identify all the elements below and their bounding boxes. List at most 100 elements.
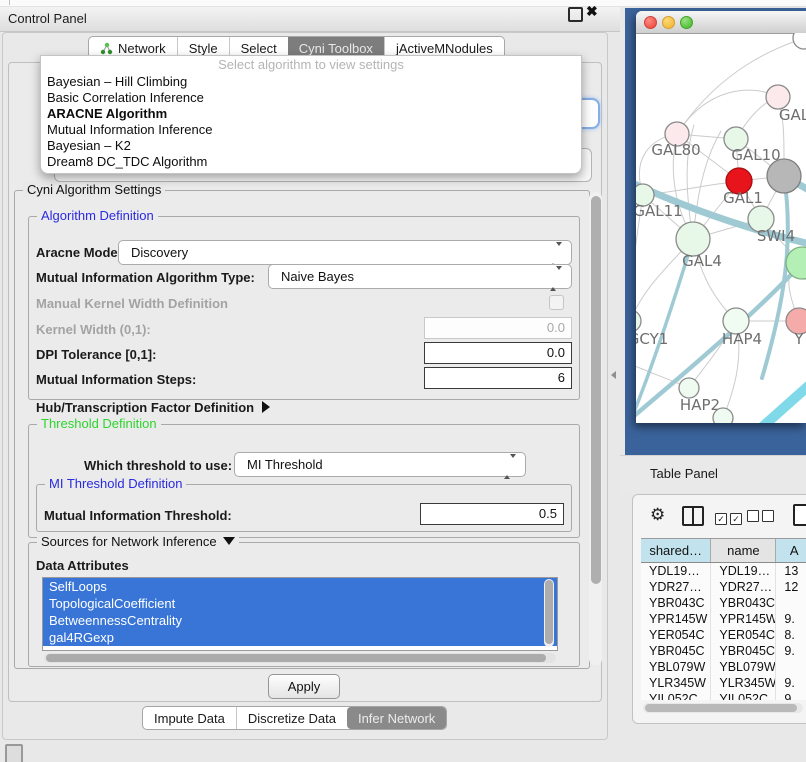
table-cell[interactable]: YBL079W <box>641 659 711 675</box>
dropdown-placeholder: Select algorithm to view settings <box>41 56 581 74</box>
manual-kernel-width-label: Manual Kernel Width Definition <box>36 296 228 311</box>
float-window-icon[interactable] <box>568 7 583 22</box>
table-cell[interactable]: YDR27… <box>641 579 711 595</box>
dropdown-item[interactable]: ARACNE Algorithm <box>41 106 581 122</box>
aracne-mode-combo[interactable]: Discovery <box>118 240 572 265</box>
table-cell[interactable]: YIL052C <box>641 691 711 700</box>
column-header-shared…[interactable]: shared… <box>641 539 711 562</box>
table-cell[interactable]: YLR345W <box>711 675 776 691</box>
table-cell[interactable]: YPR145W <box>641 611 711 627</box>
table-row[interactable]: YBL079WYBL079W <box>641 659 806 675</box>
data-attribute-item[interactable]: TopologicalCoefficient <box>43 595 557 612</box>
settings-scrollbar[interactable] <box>589 192 602 665</box>
table-cell[interactable]: YBR045C <box>711 643 776 659</box>
control-panel-titlebar: Control Panel <box>0 7 620 32</box>
close-panel-icon[interactable]: ✖ <box>586 3 598 20</box>
table-cell[interactable]: 9. <box>776 611 806 627</box>
hub-definition-toggle[interactable]: Hub/Transcription Factor Definition <box>36 400 270 415</box>
window-minimize-icon[interactable] <box>662 16 675 29</box>
table-row[interactable]: YDR27…YDR27…12 <box>641 579 806 595</box>
table-row[interactable]: YLR345WYLR345W9. <box>641 675 806 691</box>
node-label: GAL11 <box>636 202 683 220</box>
dpi-tolerance-label: DPI Tolerance [0,1]: <box>36 347 156 362</box>
which-threshold-combo[interactable]: MI Threshold <box>234 452 526 477</box>
mi-threshold-field[interactable]: 0.5 <box>420 503 564 525</box>
list-vertical-scrollbar[interactable] <box>544 579 554 647</box>
network-canvas[interactable]: GALGAL80GAL10GAL1GAL11SWI4GAL4GCY1HAP4YH… <box>636 33 806 423</box>
tab-discretize-data[interactable]: Discretize Data <box>236 707 347 729</box>
table-row[interactable]: YDL19…YDL19…13 <box>641 563 806 579</box>
table-cell[interactable]: YBR043C <box>711 595 776 611</box>
network-node-hap2[interactable] <box>679 378 699 398</box>
column-header-name[interactable]: name <box>711 539 776 562</box>
dpi-tolerance-field[interactable]: 0.0 <box>424 342 572 364</box>
table-cell[interactable]: 9 <box>776 691 806 700</box>
window-close-icon[interactable] <box>644 16 657 29</box>
node-label: GAL80 <box>651 141 700 159</box>
tab-infer-network[interactable]: Infer Network <box>347 707 446 729</box>
table-cell[interactable]: YBL079W <box>711 659 776 675</box>
bottom-tabbar: Impute Data Discretize Data Infer Networ… <box>142 706 447 730</box>
table-cell[interactable]: 9. <box>776 643 806 659</box>
table-cell[interactable]: 12 <box>776 579 806 595</box>
node-label: HAP2 <box>680 396 720 414</box>
dropdown-item[interactable]: Dream8 DC_TDC Algorithm <box>41 154 581 170</box>
table-cell[interactable] <box>776 659 806 675</box>
data-attribute-item[interactable]: BetweennessCentrality <box>43 612 557 629</box>
manual-kernel-width-checkbox <box>549 295 564 310</box>
table-cell[interactable]: YLR345W <box>641 675 711 691</box>
table-cell[interactable]: YPR145W <box>711 611 776 627</box>
gear-icon[interactable]: ⚙ <box>650 505 665 525</box>
mi-algorithm-type-label: Mutual Information Algorithm Type: <box>36 270 255 285</box>
dropdown-item[interactable]: Mutual Information Inference <box>41 122 581 138</box>
table-cell[interactable]: YIL052C <box>711 691 776 700</box>
network-node-gcy1[interactable] <box>636 310 641 332</box>
list-horizontal-scrollbar[interactable] <box>44 653 556 663</box>
network-node[interactable] <box>793 33 806 49</box>
data-attribute-item[interactable]: SelfLoops <box>43 578 557 595</box>
table-horizontal-scrollbar[interactable] <box>643 703 803 713</box>
data-attributes-list[interactable]: SelfLoopsTopologicalCoefficientBetweenne… <box>42 577 558 651</box>
uncheck-all-icon[interactable] <box>747 509 777 527</box>
column-header-A[interactable]: A <box>776 539 806 562</box>
table-cell[interactable] <box>776 595 806 611</box>
check-all-icon[interactable]: ✓✓ <box>715 509 745 527</box>
table-cell[interactable]: YDL19… <box>711 563 776 579</box>
table-cell[interactable]: YDL19… <box>641 563 711 579</box>
table-cell[interactable]: YBR043C <box>641 595 711 611</box>
table-cell[interactable]: YDR27… <box>711 579 776 595</box>
table-row[interactable]: YER054CYER054C8. <box>641 627 806 643</box>
dropdown-item[interactable]: Bayesian – Hill Climbing <box>41 74 581 90</box>
mi-steps-field[interactable]: 6 <box>424 367 572 389</box>
table-row[interactable]: YPR145WYPR145W9. <box>641 611 806 627</box>
table-row[interactable]: YBR045CYBR045C9. <box>641 643 806 659</box>
dropdown-item[interactable]: Basic Correlation Inference <box>41 90 581 106</box>
network-window-titlebar[interactable] <box>636 11 806 34</box>
node-label: SWI4 <box>757 227 795 245</box>
split-columns-icon[interactable] <box>682 506 704 526</box>
dropdown-item[interactable]: Bayesian – K2 <box>41 138 581 154</box>
panel-divider-handle[interactable] <box>611 371 616 379</box>
table-cell[interactable]: YBR045C <box>641 643 711 659</box>
tab-cyni-label: Cyni Toolbox <box>299 41 373 56</box>
table-row[interactable]: YIL052CYIL052C9 <box>641 691 806 700</box>
mi-algorithm-type-combo[interactable]: Naive Bayes <box>268 264 572 289</box>
algorithm-definition-legend: Algorithm Definition <box>37 208 158 223</box>
minimized-panel-icon[interactable] <box>5 744 23 762</box>
window-zoom-icon[interactable] <box>680 16 693 29</box>
table-cell[interactable]: 13 <box>776 563 806 579</box>
network-node-gal4[interactable] <box>676 222 710 256</box>
tab-impute-data[interactable]: Impute Data <box>143 707 236 729</box>
new-page-icon[interactable] <box>793 504 806 526</box>
table-cell[interactable]: YER054C <box>641 627 711 643</box>
network-node[interactable] <box>713 408 733 423</box>
sources-legend[interactable]: Sources for Network Inference <box>37 534 239 549</box>
network-node[interactable] <box>767 159 801 193</box>
table-cell[interactable]: 8. <box>776 627 806 643</box>
table-cell[interactable]: YER054C <box>711 627 776 643</box>
table-panel-title: Table Panel <box>650 466 718 481</box>
apply-button[interactable]: Apply <box>268 674 340 699</box>
data-attribute-item[interactable]: gal4RGexp <box>43 629 557 646</box>
table-cell[interactable]: 9. <box>776 675 806 691</box>
table-row[interactable]: YBR043CYBR043C <box>641 595 806 611</box>
